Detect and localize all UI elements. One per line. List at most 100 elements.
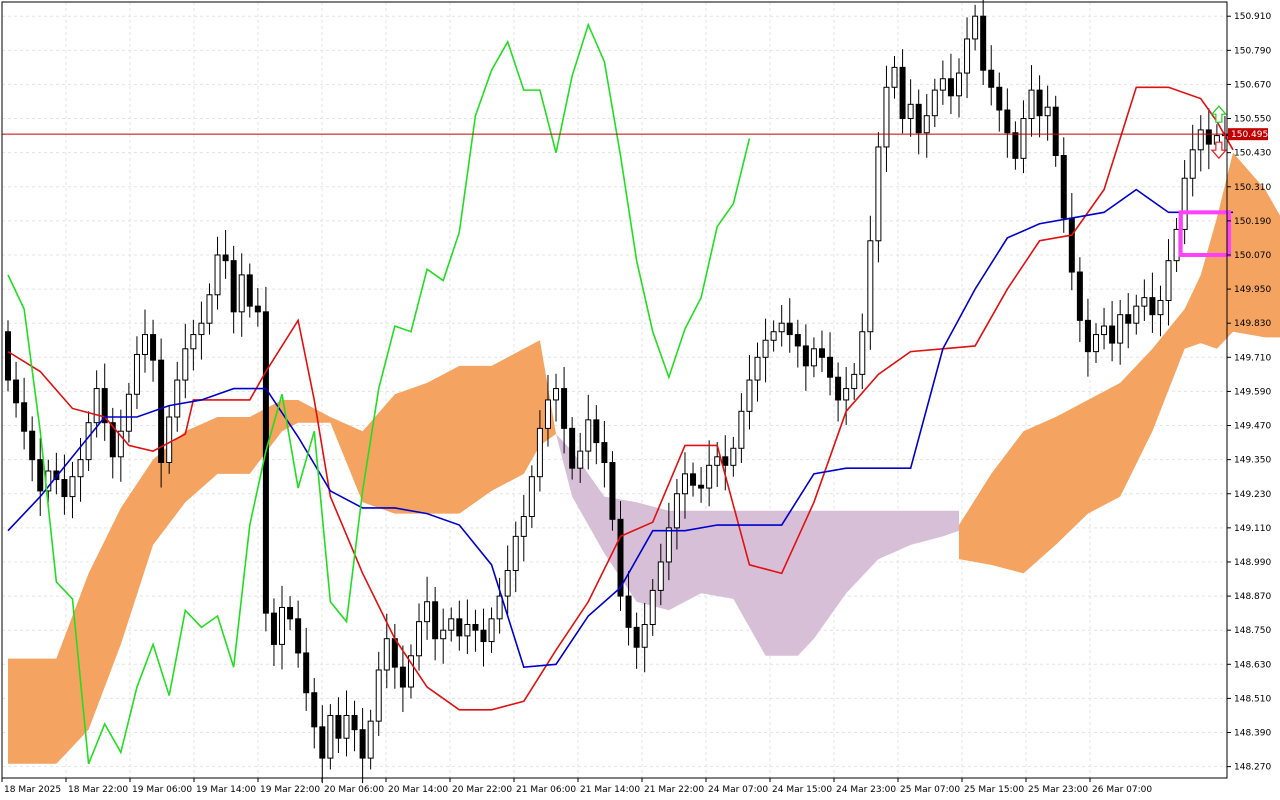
candle-body[interactable] xyxy=(988,69,995,88)
candle-body[interactable] xyxy=(150,334,157,361)
candle-body[interactable] xyxy=(142,334,149,355)
candle-body[interactable] xyxy=(77,459,84,478)
candle-body[interactable] xyxy=(206,294,213,324)
candle-body[interactable] xyxy=(125,393,132,432)
candle-body[interactable] xyxy=(1181,177,1188,230)
candle-body[interactable] xyxy=(1197,129,1204,151)
candle-body[interactable] xyxy=(641,624,648,648)
candle-body[interactable] xyxy=(706,464,713,489)
candle-body[interactable] xyxy=(681,473,688,495)
candle-body[interactable] xyxy=(1028,89,1035,120)
candle-body[interactable] xyxy=(432,601,439,640)
candle-body[interactable] xyxy=(391,638,398,668)
candle-body[interactable] xyxy=(939,78,946,91)
candle-body[interactable] xyxy=(335,714,342,739)
candle-body[interactable] xyxy=(1036,89,1043,117)
candle-body[interactable] xyxy=(1165,260,1172,301)
candle-body[interactable] xyxy=(287,606,294,620)
candle-body[interactable] xyxy=(770,331,777,341)
candle-body[interactable] xyxy=(867,240,874,333)
candle-body[interactable] xyxy=(504,569,511,597)
candle-body[interactable] xyxy=(464,624,471,637)
candle-body[interactable] xyxy=(891,66,898,88)
candle-body[interactable] xyxy=(722,456,729,466)
candle-body[interactable] xyxy=(778,322,785,333)
candle-body[interactable] xyxy=(295,618,302,654)
candle-body[interactable] xyxy=(85,422,92,461)
candle-body[interactable] xyxy=(633,626,640,648)
candle-body[interactable] xyxy=(601,442,608,463)
candle-body[interactable] xyxy=(1060,154,1067,219)
candle-body[interactable] xyxy=(915,103,922,134)
candle-body[interactable] xyxy=(561,388,568,429)
candle-body[interactable] xyxy=(69,476,76,498)
candle-body[interactable] xyxy=(440,629,447,640)
candle-body[interactable] xyxy=(673,493,680,529)
candle-body[interactable] xyxy=(133,353,140,395)
candle-body[interactable] xyxy=(1076,271,1083,321)
candle-body[interactable] xyxy=(964,38,971,74)
candle-body[interactable] xyxy=(496,595,503,620)
candle-body[interactable] xyxy=(810,348,817,367)
candle-body[interactable] xyxy=(657,561,664,591)
candle-body[interactable] xyxy=(21,402,28,432)
candle-body[interactable] xyxy=(843,388,850,401)
candle-body[interactable] xyxy=(246,274,253,307)
candle-body[interactable] xyxy=(899,66,906,120)
candle-body[interactable] xyxy=(955,72,962,97)
candle-body[interactable] xyxy=(923,115,930,134)
candle-body[interactable] xyxy=(786,322,793,336)
candle-body[interactable] xyxy=(1012,132,1019,159)
candle-body[interactable] xyxy=(1173,228,1180,262)
candle-body[interactable] xyxy=(1020,118,1027,159)
candle-body[interactable] xyxy=(1189,149,1196,179)
candle-body[interactable] xyxy=(214,254,221,296)
candle-body[interactable] xyxy=(698,484,705,489)
candle-body[interactable] xyxy=(303,652,310,694)
candle-body[interactable] xyxy=(851,373,858,390)
candle-body[interactable] xyxy=(5,331,11,381)
candle-body[interactable] xyxy=(569,427,576,469)
candle-body[interactable] xyxy=(351,714,358,731)
candle-body[interactable] xyxy=(190,334,197,350)
candle-body[interactable] xyxy=(536,427,543,478)
candle-body[interactable] xyxy=(270,612,277,645)
candle-body[interactable] xyxy=(1004,109,1011,134)
candle-body[interactable] xyxy=(327,714,334,759)
candle-body[interactable] xyxy=(585,419,592,452)
candle-body[interactable] xyxy=(649,589,656,626)
candle-body[interactable] xyxy=(754,356,761,381)
candle-body[interactable] xyxy=(544,399,551,429)
candle-body[interactable] xyxy=(222,254,229,262)
candle-body[interactable] xyxy=(730,447,737,466)
candle-body[interactable] xyxy=(37,459,44,492)
candle-body[interactable] xyxy=(1068,217,1075,273)
candle-body[interactable] xyxy=(859,331,866,375)
candle-body[interactable] xyxy=(424,601,431,623)
candle-body[interactable] xyxy=(61,479,68,498)
candle-body[interactable] xyxy=(1149,297,1156,316)
candle-body[interactable] xyxy=(818,348,825,358)
candle-body[interactable] xyxy=(1101,325,1108,336)
candle-body[interactable] xyxy=(907,103,914,120)
candle-body[interactable] xyxy=(883,86,890,148)
candle-body[interactable] xyxy=(1044,106,1051,117)
candle-body[interactable] xyxy=(1092,334,1099,353)
candle-body[interactable] xyxy=(528,476,535,517)
candle-body[interactable] xyxy=(279,606,286,645)
candle-body[interactable] xyxy=(714,456,721,466)
candle-body[interactable] xyxy=(609,461,616,520)
candle-body[interactable] xyxy=(746,379,753,412)
candle-body[interactable] xyxy=(690,473,697,486)
candle-body[interactable] xyxy=(794,334,801,347)
candle-body[interactable] xyxy=(375,669,382,722)
candle-body[interactable] xyxy=(238,274,245,313)
candle-body[interactable] xyxy=(1084,319,1091,353)
price-chart[interactable]: 150.910 150.790 150.670 150.550 150.430 150.3… xyxy=(0,0,1280,800)
candle-body[interactable] xyxy=(875,146,882,242)
candle-body[interactable] xyxy=(166,416,173,463)
candle-body[interactable] xyxy=(383,638,390,671)
candle-body[interactable] xyxy=(311,692,318,728)
candle-body[interactable] xyxy=(827,356,834,378)
candle-body[interactable] xyxy=(174,379,181,418)
